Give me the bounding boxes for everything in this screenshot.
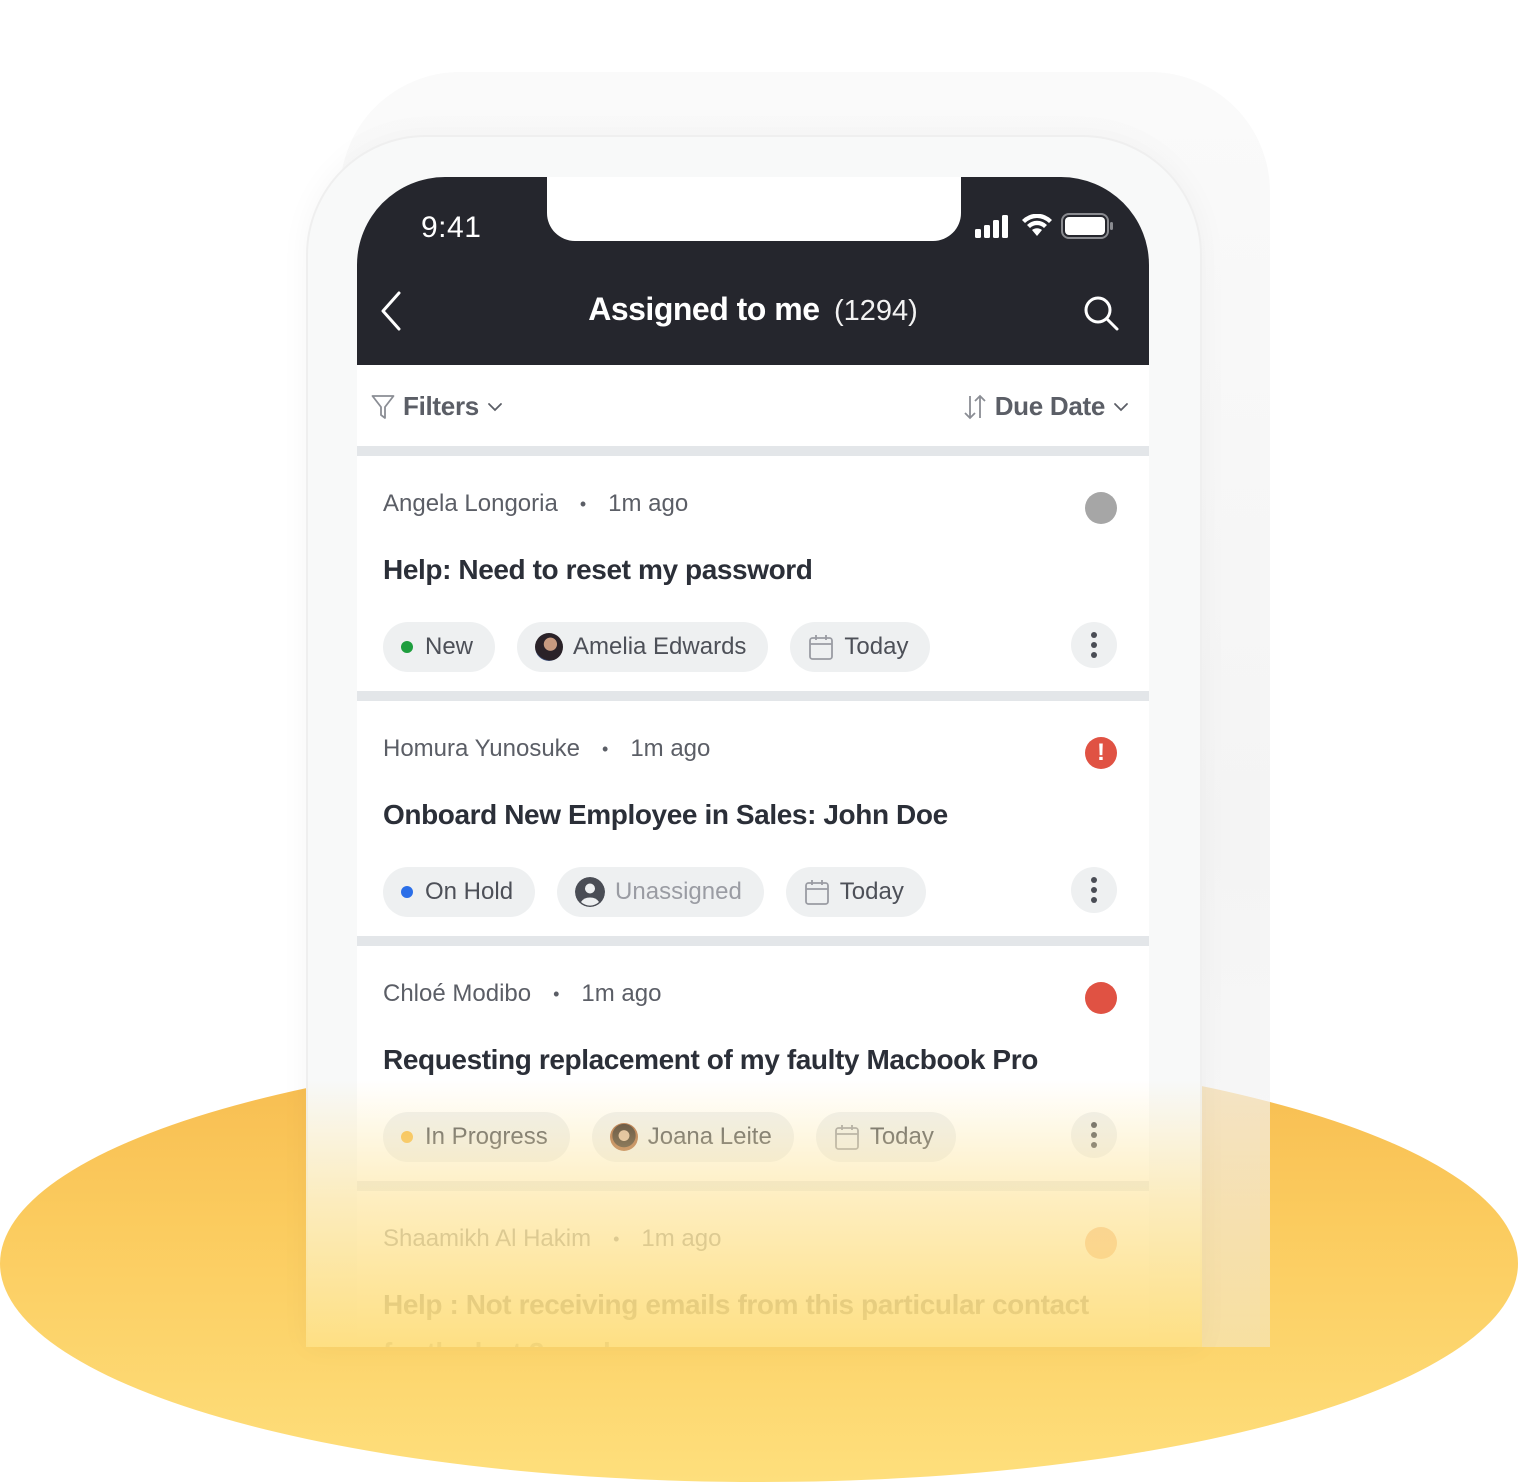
ticket-row[interactable]: Chloé Modibo • 1m ago Requesting replace… <box>357 946 1149 1182</box>
search-icon <box>1084 296 1119 331</box>
separator-dot: • <box>579 493 587 514</box>
calendar-icon <box>809 635 834 660</box>
due-date-label: Today <box>839 878 904 905</box>
more-options-button[interactable] <box>1071 867 1117 913</box>
ticket-chips: New Amelia Edwards Today <box>383 622 931 672</box>
avatar <box>535 633 564 661</box>
ticket-time: 1m ago <box>608 490 689 517</box>
assignee-name: Joana Leite <box>647 1123 772 1150</box>
ticket-time: 1m ago <box>630 735 711 762</box>
status-chip[interactable]: New <box>383 622 496 672</box>
requester-name: Angela Longoria <box>383 490 558 517</box>
avatar <box>609 1123 638 1151</box>
requester-name: Homura Yunosuke <box>383 735 581 762</box>
ticket-meta: Angela Longoria • 1m ago <box>383 490 688 518</box>
status-label: In Progress <box>425 1123 548 1150</box>
phone-notch <box>547 177 961 241</box>
divider <box>357 1181 1149 1191</box>
filters-label: Filters <box>403 391 479 421</box>
ticket-time: 1m ago <box>641 1225 722 1252</box>
status-time: 9:41 <box>421 211 482 244</box>
ticket-row[interactable]: Homura Yunosuke • 1m ago ! Onboard New E… <box>357 701 1149 937</box>
more-dot <box>1091 642 1097 648</box>
ticket-subject[interactable]: Help : Not receiving emails from this pa… <box>383 1289 1089 1321</box>
priority-indicator <box>1085 1227 1117 1259</box>
requester-name: Chloé Modibo <box>383 980 532 1007</box>
ticket-subject[interactable]: Requesting replacement of my faulty Macb… <box>383 1044 1038 1076</box>
sort-button[interactable]: Due Date <box>963 391 1129 422</box>
requester-name: Shaamikh Al Hakim <box>383 1225 592 1252</box>
ticket-count: (1294) <box>833 295 918 327</box>
more-dot <box>1091 1132 1097 1138</box>
urgent-priority-icon: ! <box>1085 737 1117 769</box>
user-placeholder-icon <box>575 877 606 907</box>
ticket-subject-line-2: for the last 2 weeks <box>383 1337 634 1347</box>
ticket-row[interactable]: Shaamikh Al Hakim • 1m ago Help : Not re… <box>357 1191 1149 1347</box>
more-dot <box>1091 897 1097 903</box>
more-options-button[interactable] <box>1071 1112 1117 1158</box>
more-dot <box>1091 1142 1097 1148</box>
ticket-subject[interactable]: Onboard New Employee in Sales: John Doe <box>383 799 948 831</box>
page-title: Assigned to me (1294) <box>357 291 1149 328</box>
ticket-chips: In Progress Joana Leite Today <box>383 1112 956 1162</box>
ticket-meta: Shaamikh Al Hakim • 1m ago <box>383 1225 721 1253</box>
status-dot-icon <box>401 886 413 898</box>
priority-indicator <box>1085 982 1117 1014</box>
due-date-chip[interactable]: Today <box>815 1112 956 1162</box>
filter-icon <box>371 394 395 419</box>
ticket-time: 1m ago <box>581 980 662 1007</box>
separator-dot: • <box>553 983 560 1004</box>
more-dot <box>1091 887 1097 893</box>
assignee-name: Unassigned <box>615 878 742 905</box>
divider <box>357 446 1149 456</box>
divider <box>357 691 1149 701</box>
ticket-meta: Homura Yunosuke • 1m ago <box>383 735 710 763</box>
status-icons <box>975 213 1115 239</box>
status-label: On Hold <box>425 878 514 905</box>
due-date-label: Today <box>869 1123 934 1150</box>
priority-indicator <box>1085 492 1117 524</box>
chevron-down-icon <box>488 402 502 411</box>
divider <box>357 936 1149 946</box>
sort-label: Due Date <box>994 391 1106 421</box>
cellular-signal-icon <box>975 215 1008 238</box>
separator-dot: • <box>602 738 609 759</box>
chevron-down-icon <box>1114 402 1128 411</box>
ticket-chips: On Hold Unassigned Today <box>383 867 926 917</box>
calendar-icon <box>804 880 829 905</box>
status-dot-icon <box>401 1131 413 1143</box>
more-options-button[interactable] <box>1071 622 1117 668</box>
more-dot <box>1091 652 1097 658</box>
status-dot-icon <box>401 641 413 653</box>
more-dot <box>1091 877 1097 883</box>
list-toolbar: Filters Due Date <box>357 365 1149 445</box>
status-chip[interactable]: On Hold <box>383 867 536 917</box>
phone-screen: 9:41 Assigned to me (1294) Filters Due D… <box>357 177 1149 1347</box>
ticket-subject[interactable]: Help: Need to reset my password <box>383 554 813 586</box>
calendar-icon <box>834 1125 859 1150</box>
page-title-text: Assigned to me <box>588 291 820 327</box>
separator-dot: • <box>613 1228 620 1249</box>
due-date-chip[interactable]: Today <box>790 622 931 672</box>
sort-icon <box>964 394 986 419</box>
status-label: New <box>425 633 474 660</box>
search-button[interactable] <box>1081 293 1121 333</box>
more-dot <box>1091 632 1097 638</box>
top-bar: 9:41 Assigned to me (1294) <box>357 177 1149 365</box>
due-date-chip[interactable]: Today <box>785 867 926 917</box>
assignee-chip[interactable]: Joana Leite <box>591 1112 794 1162</box>
filters-button[interactable]: Filters <box>371 391 503 422</box>
ticket-meta: Chloé Modibo • 1m ago <box>383 980 661 1008</box>
assignee-chip[interactable]: Amelia Edwards <box>517 622 769 672</box>
assignee-chip[interactable]: Unassigned <box>557 867 764 917</box>
due-date-label: Today <box>844 633 909 660</box>
battery-icon <box>1061 213 1113 239</box>
ticket-row[interactable]: Angela Longoria • 1m ago Help: Need to r… <box>357 456 1149 692</box>
status-chip[interactable]: In Progress <box>383 1112 570 1162</box>
more-dot <box>1091 1122 1097 1128</box>
assignee-name: Amelia Edwards <box>573 633 747 660</box>
wifi-icon <box>1022 214 1052 236</box>
